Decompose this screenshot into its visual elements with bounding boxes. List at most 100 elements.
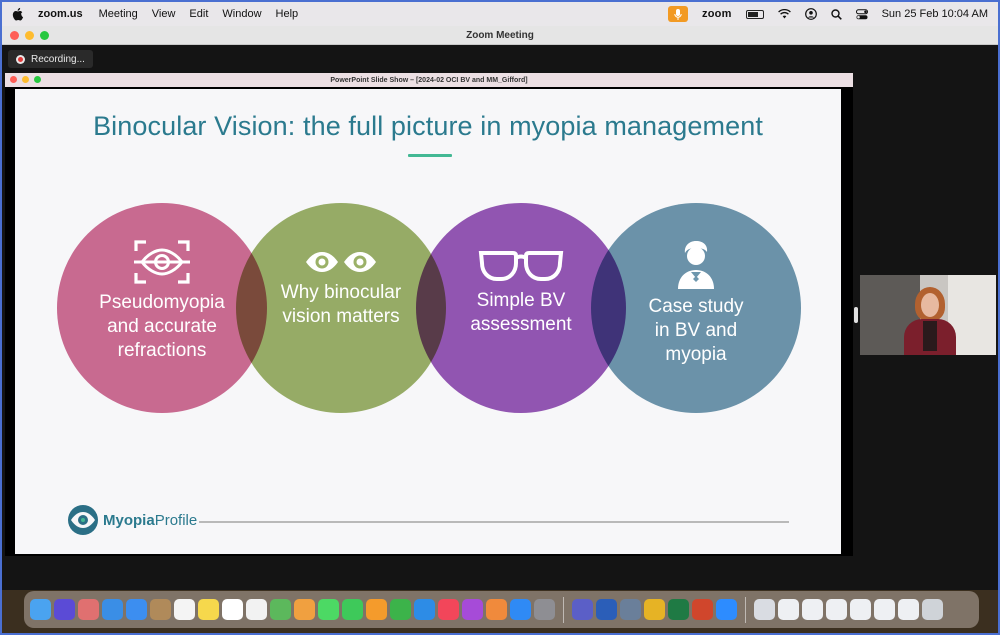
menu-bar: zoom.us Meeting View Edit Window Help zo… bbox=[2, 2, 998, 26]
teams-icon[interactable] bbox=[572, 599, 593, 620]
desktop-wallpaper bbox=[2, 590, 998, 633]
menu-bar-clock[interactable]: Sun 25 Feb 10:04 AM bbox=[882, 8, 988, 20]
calendar-icon[interactable] bbox=[174, 599, 195, 620]
excel-icon[interactable] bbox=[668, 599, 689, 620]
system-settings-icon[interactable] bbox=[534, 599, 555, 620]
menu-edit[interactable]: Edit bbox=[189, 8, 208, 20]
numbers-icon[interactable] bbox=[390, 599, 411, 620]
circle-3-line-1: Simple BV bbox=[476, 290, 566, 311]
glasses-icon bbox=[478, 251, 564, 281]
myopia-profile-logo-icon bbox=[68, 505, 98, 535]
microphone-icon[interactable] bbox=[668, 6, 689, 22]
circle-1-line-3: refractions bbox=[117, 340, 207, 361]
slide: Binocular Vision: the full picture in my… bbox=[15, 89, 841, 554]
preview-icon[interactable] bbox=[754, 599, 775, 620]
circle-2-line-2: vision matters bbox=[282, 306, 400, 327]
powerpoint-window-title: PowerPoint Slide Show – [2024-02 OCI BV … bbox=[330, 76, 528, 84]
window-thumb-3-icon[interactable] bbox=[826, 599, 847, 620]
close-window-button[interactable] bbox=[10, 31, 19, 40]
eye-scan-icon bbox=[134, 240, 190, 284]
pages-icon[interactable] bbox=[366, 599, 387, 620]
circle-4-line-3: myopia bbox=[665, 344, 727, 365]
mail-icon[interactable] bbox=[126, 599, 147, 620]
recording-label: Recording... bbox=[31, 53, 85, 65]
messages-icon[interactable] bbox=[318, 599, 339, 620]
logo-text-myopia: Myopia bbox=[103, 511, 155, 529]
screen-share-icon[interactable] bbox=[620, 599, 641, 620]
apple-icon[interactable] bbox=[12, 7, 24, 21]
participant-video-tile[interactable] bbox=[860, 275, 996, 355]
circle-4-content: Case study in BV and myopia bbox=[596, 239, 796, 367]
window-thumb-4-icon[interactable] bbox=[850, 599, 871, 620]
app-store-icon[interactable] bbox=[510, 599, 531, 620]
window-thumb-6-icon[interactable] bbox=[898, 599, 919, 620]
window-controls bbox=[10, 31, 49, 40]
trash-icon[interactable] bbox=[922, 599, 943, 620]
record-icon bbox=[16, 54, 25, 64]
powerpoint-titlebar: PowerPoint Slide Show – [2024-02 OCI BV … bbox=[5, 73, 853, 87]
logo-text: MyopiaProfile bbox=[103, 512, 197, 529]
footer-rule bbox=[199, 521, 789, 523]
circle-1-line-2: and accurate bbox=[107, 316, 217, 337]
circle-4-line-1: Case study bbox=[648, 296, 744, 317]
circle-2-content: Why binocular vision matters bbox=[241, 249, 441, 329]
word-icon[interactable] bbox=[596, 599, 617, 620]
menu-window[interactable]: Window bbox=[222, 8, 261, 20]
circle-3-content: Simple BV assessment bbox=[421, 249, 621, 337]
zoom-window-titlebar[interactable]: Zoom Meeting bbox=[2, 26, 998, 45]
video-panel-resize-handle[interactable] bbox=[854, 307, 858, 323]
circle-2-line-1: Why binocular bbox=[280, 282, 402, 303]
participant-shirt bbox=[923, 321, 937, 351]
circle-4-line-2: in BV and bbox=[654, 320, 738, 341]
zoom-status-item[interactable]: zoom bbox=[702, 8, 732, 20]
zoom-app-icon[interactable] bbox=[716, 599, 737, 620]
snowflake-app-icon[interactable] bbox=[486, 599, 507, 620]
screen: zoom.us Meeting View Edit Window Help zo… bbox=[0, 0, 1000, 635]
facetime-icon[interactable] bbox=[342, 599, 363, 620]
eyes-icon bbox=[306, 252, 376, 272]
music-icon[interactable] bbox=[438, 599, 459, 620]
fullscreen-window-button[interactable] bbox=[40, 31, 49, 40]
finder-icon[interactable] bbox=[30, 599, 51, 620]
zoom-meeting-area: Recording... PowerPoint Slide Show – [20… bbox=[2, 45, 998, 590]
podcasts-icon[interactable] bbox=[462, 599, 483, 620]
window-thumb-1-icon[interactable] bbox=[778, 599, 799, 620]
participant-face bbox=[921, 293, 939, 317]
logo-text-profile: Profile bbox=[154, 511, 198, 529]
circle-1-line-1: Pseudomyopia bbox=[99, 292, 225, 313]
control-center-icon[interactable] bbox=[855, 8, 868, 20]
battery-icon[interactable] bbox=[745, 9, 764, 19]
siri-icon[interactable] bbox=[54, 599, 75, 620]
freeform-icon[interactable] bbox=[222, 599, 243, 620]
safari-icon[interactable] bbox=[102, 599, 123, 620]
myopia-profile-logo: MyopiaProfile bbox=[67, 504, 197, 536]
circle-3-line-2: assessment bbox=[470, 314, 572, 335]
chrome-icon[interactable] bbox=[644, 599, 665, 620]
recording-indicator[interactable]: Recording... bbox=[8, 50, 93, 68]
minimize-window-button[interactable] bbox=[25, 31, 34, 40]
menu-help[interactable]: Help bbox=[276, 8, 299, 20]
app-menu[interactable]: zoom.us bbox=[38, 8, 83, 20]
launchpad-icon[interactable] bbox=[78, 599, 99, 620]
wifi-icon[interactable] bbox=[777, 9, 791, 19]
menu-meeting[interactable]: Meeting bbox=[99, 8, 138, 20]
menu-view[interactable]: View bbox=[152, 8, 176, 20]
zoom-window-title: Zoom Meeting bbox=[466, 29, 534, 41]
notes-icon[interactable] bbox=[198, 599, 219, 620]
shared-screen-powerpoint: PowerPoint Slide Show – [2024-02 OCI BV … bbox=[5, 73, 853, 556]
powerpoint-icon[interactable] bbox=[692, 599, 713, 620]
keynote-icon[interactable] bbox=[414, 599, 435, 620]
contacts-icon[interactable] bbox=[150, 599, 171, 620]
window-thumb-5-icon[interactable] bbox=[874, 599, 895, 620]
person-icon bbox=[678, 241, 714, 289]
reminders-icon[interactable] bbox=[246, 599, 267, 620]
photos-icon[interactable] bbox=[294, 599, 315, 620]
search-icon[interactable] bbox=[830, 8, 842, 20]
dock-separator bbox=[563, 596, 564, 623]
window-thumb-2-icon[interactable] bbox=[802, 599, 823, 620]
dock-separator bbox=[745, 596, 746, 623]
user-account-icon[interactable] bbox=[804, 8, 817, 20]
circle-1-content: Pseudomyopia and accurate refractions bbox=[62, 239, 262, 363]
ppt-fullscreen-button bbox=[34, 76, 41, 83]
maps-icon[interactable] bbox=[270, 599, 291, 620]
